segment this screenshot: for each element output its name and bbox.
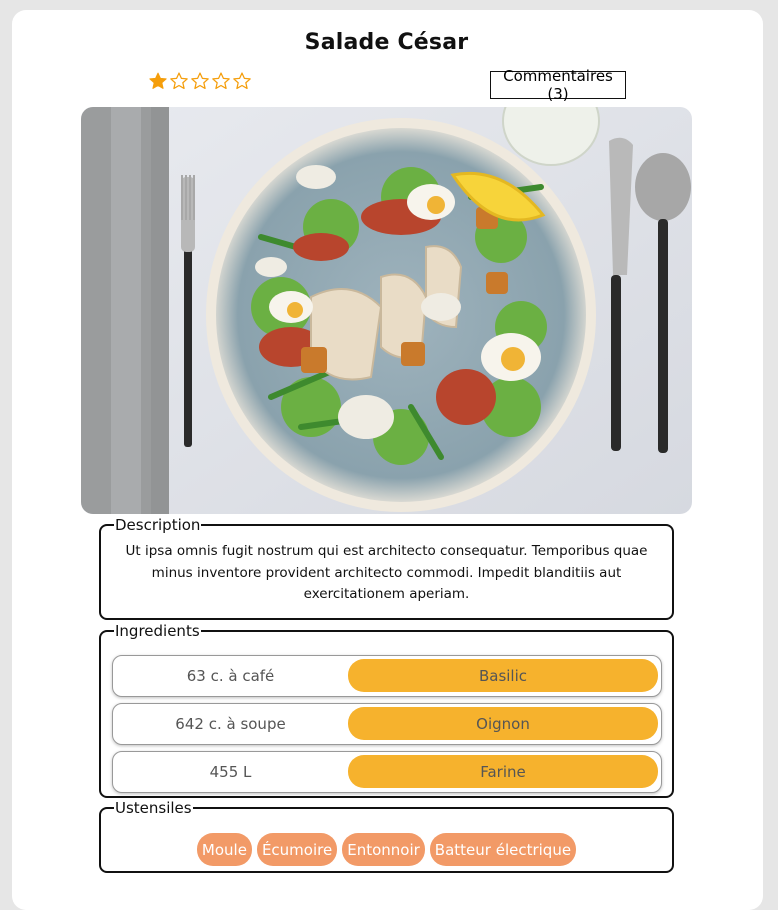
ingredient-quantity: 455 L xyxy=(209,762,252,781)
ingredients-legend: Ingredients xyxy=(115,622,200,640)
comments-button[interactable]: Commentaires (3) xyxy=(490,67,626,103)
description-section: Description Ut ipsa omnis fugit nostrum … xyxy=(99,517,674,620)
star-filled-icon[interactable] xyxy=(148,71,168,91)
recipe-title: Salade César xyxy=(304,30,469,55)
ingredient-name: Farine xyxy=(348,755,658,788)
ingredient-quantity: 63 c. à café xyxy=(186,666,275,685)
utensil-tag[interactable]: Entonnoir xyxy=(342,833,425,866)
star-empty-icon[interactable] xyxy=(169,71,189,91)
star-empty-icon[interactable] xyxy=(232,71,252,91)
ingredient-name: Oignon xyxy=(348,707,658,740)
ingredient-name: Basilic xyxy=(348,659,658,692)
rating-stars[interactable] xyxy=(148,71,252,91)
description-legend: Description xyxy=(115,516,201,534)
description-text: Ut ipsa omnis fugit nostrum qui est arch… xyxy=(125,543,648,602)
utensils-legend: Ustensiles xyxy=(115,799,192,817)
ingredient-row[interactable]: 642 c. à soupe Oignon xyxy=(112,703,662,745)
utensil-tag[interactable]: Moule xyxy=(196,833,252,866)
star-empty-icon[interactable] xyxy=(211,71,231,91)
ingredient-quantity: 642 c. à soupe xyxy=(175,714,286,733)
ingredients-section: Ingredients 63 c. à café Basilic 642 c. … xyxy=(99,623,674,798)
recipe-photo xyxy=(81,107,692,514)
ingredient-row[interactable]: 455 L Farine xyxy=(112,751,662,793)
star-empty-icon[interactable] xyxy=(190,71,210,91)
utensil-tag[interactable]: Écumoire xyxy=(256,833,338,866)
utensil-tag[interactable]: Batteur électrique xyxy=(429,833,577,866)
salad-photo xyxy=(81,107,692,514)
ingredient-row[interactable]: 63 c. à café Basilic xyxy=(112,655,662,697)
utensils-section: Ustensiles Moule Écumoire Entonnoir Batt… xyxy=(99,800,674,873)
utensils-list: Moule Écumoire Entonnoir Batteur électri… xyxy=(101,833,672,866)
